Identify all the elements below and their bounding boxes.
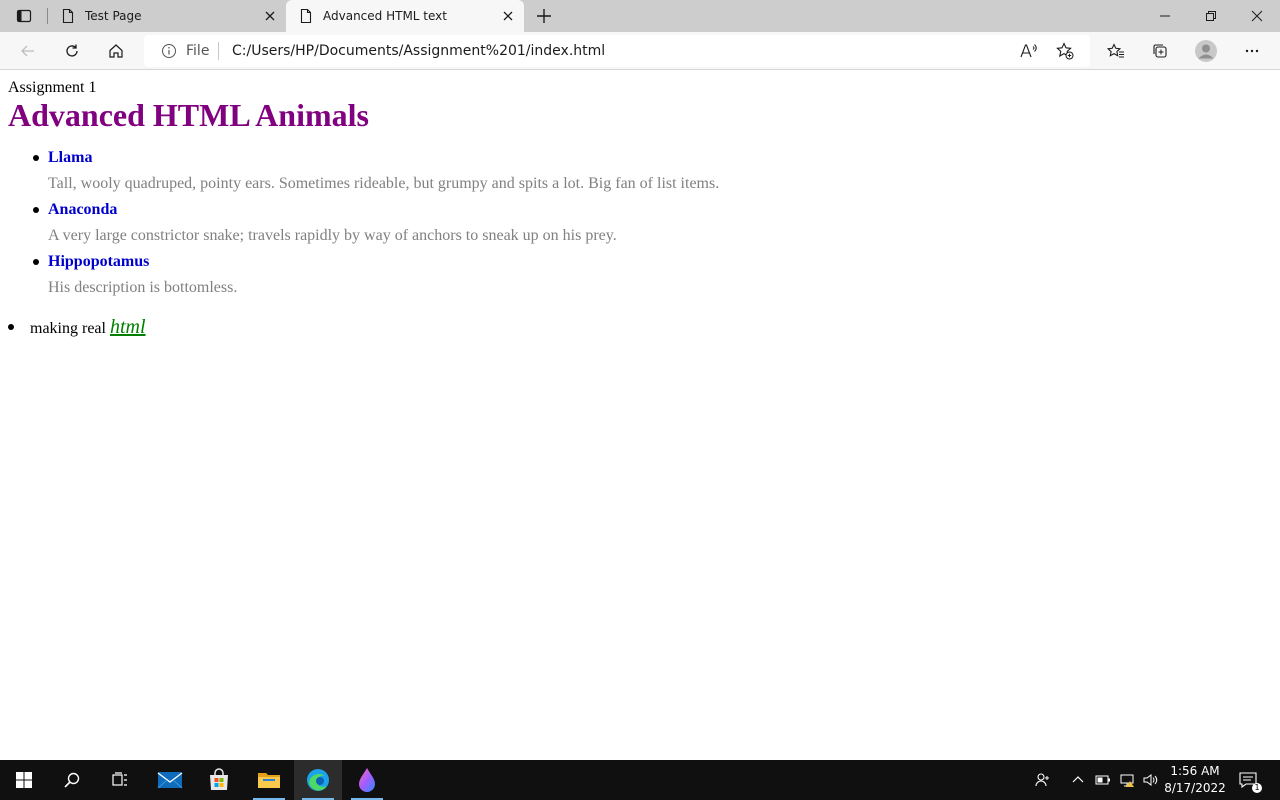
mail-icon[interactable]	[146, 760, 194, 800]
refresh-icon[interactable]	[58, 37, 86, 65]
people-icon[interactable]	[1033, 770, 1053, 790]
chevron-up-icon[interactable]	[1068, 770, 1088, 790]
paint-icon[interactable]	[343, 760, 391, 800]
close-tab-icon[interactable]	[500, 8, 516, 24]
more-options-icon[interactable]	[1238, 37, 1266, 65]
address-url[interactable]: C:/Users/HP/Documents/Assignment%201/ind…	[232, 43, 605, 59]
notification-count: 1	[1252, 783, 1262, 793]
page-content: Assignment 1 Advanced HTML Animals Llama…	[0, 71, 1280, 760]
tab-test-page[interactable]: Test Page	[48, 0, 286, 32]
favorites-icon[interactable]	[1102, 37, 1130, 65]
address-scheme: File	[186, 43, 210, 59]
page-icon	[60, 8, 76, 24]
add-favorite-icon[interactable]	[1053, 39, 1077, 63]
animal-description: His description is bottomless.	[48, 279, 238, 296]
windows-taskbar: 1:56 AM 8/17/2022 1	[0, 760, 1280, 800]
extra-text: making real	[30, 320, 106, 337]
animal-name: Hippopotamus	[48, 253, 150, 270]
browser-tab-strip: Test Page Advanced HTML text	[0, 0, 1280, 32]
close-window-icon[interactable]	[1234, 0, 1280, 32]
animal-description: A very large constrictor snake; travels …	[48, 227, 617, 244]
clock-date: 8/17/2022	[1164, 781, 1226, 795]
info-icon[interactable]	[161, 43, 177, 59]
collections-icon[interactable]	[1146, 37, 1174, 65]
store-icon[interactable]	[195, 760, 243, 800]
search-icon[interactable]	[48, 760, 96, 800]
volume-icon[interactable]	[1140, 770, 1160, 790]
address-separator	[218, 42, 219, 60]
bullet-icon	[33, 155, 39, 161]
bullet-icon	[8, 324, 14, 330]
page-header: Assignment 1	[8, 79, 97, 96]
address-bar[interactable]: File C:/Users/HP/Documents/Assignment%20…	[144, 35, 1090, 67]
profile-avatar-icon[interactable]	[1192, 37, 1220, 65]
page-icon	[298, 8, 314, 24]
bullet-icon	[33, 259, 39, 265]
restore-icon[interactable]	[1188, 0, 1234, 32]
browser-toolbar: File C:/Users/HP/Documents/Assignment%20…	[0, 32, 1280, 70]
battery-icon[interactable]	[1093, 770, 1113, 790]
html-emphasis: html	[109, 316, 146, 338]
animal-description: Tall, wooly quadruped, pointy ears. Some…	[48, 175, 720, 192]
bullet-icon	[33, 207, 39, 213]
close-tab-icon[interactable]	[262, 8, 278, 24]
animal-name: Anaconda	[48, 201, 118, 218]
taskbar-clock[interactable]: 1:56 AM 8/17/2022	[1162, 763, 1228, 797]
page-title: Advanced HTML Animals	[8, 97, 369, 133]
network-icon[interactable]	[1117, 770, 1137, 790]
tab-title: Test Page	[85, 9, 142, 23]
animal-name: Llama	[48, 149, 93, 166]
file-explorer-icon[interactable]	[245, 760, 293, 800]
tab-title: Advanced HTML text	[323, 9, 447, 23]
home-icon[interactable]	[102, 37, 130, 65]
extra-list-item: making real html	[8, 316, 146, 339]
task-view-icon[interactable]	[96, 760, 144, 800]
clock-time: 1:56 AM	[1170, 764, 1220, 778]
start-icon[interactable]	[0, 760, 48, 800]
minimize-icon[interactable]	[1142, 0, 1188, 32]
read-aloud-icon[interactable]	[1017, 39, 1041, 63]
back-icon[interactable]	[14, 37, 42, 65]
tab-advanced-html-text[interactable]: Advanced HTML text	[286, 0, 524, 32]
tab-actions-icon[interactable]	[8, 4, 40, 28]
edge-icon[interactable]	[294, 760, 342, 800]
new-tab-icon[interactable]	[532, 4, 556, 28]
